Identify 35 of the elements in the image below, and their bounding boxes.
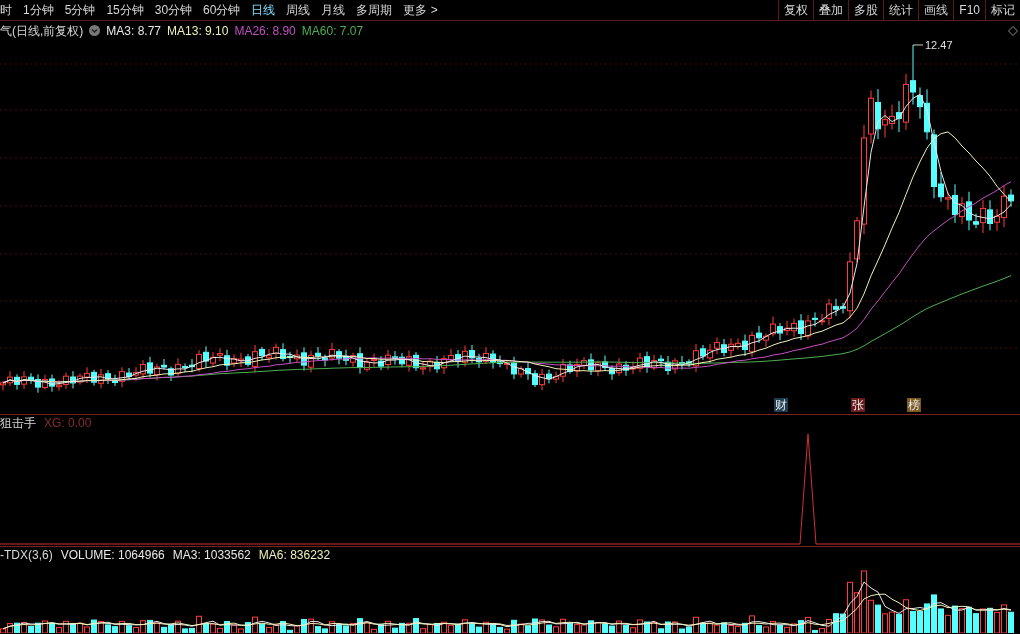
peak-price-label: 12.47 (925, 40, 953, 51)
event-marker[interactable]: 财 (774, 398, 788, 412)
toolbar-button[interactable]: 复权 (778, 0, 814, 20)
toolbar-button[interactable]: 多股 (848, 0, 884, 20)
timeframe-tab[interactable]: 15分钟 (106, 1, 144, 19)
timeframe-tab[interactable]: 多周期 (356, 1, 393, 19)
toolbar-button[interactable]: 标记 (985, 0, 1020, 20)
timeframe-tab[interactable]: 60分钟 (203, 1, 241, 19)
indicator-title: 狙击手 (0, 415, 36, 432)
toolbar-button[interactable]: 画线 (918, 0, 954, 20)
timeframe-tab[interactable]: 周线 (286, 1, 311, 19)
ma-value: MA3: 8.77 (106, 22, 162, 40)
timeframe-tab[interactable]: 时 (0, 1, 12, 19)
ma-value: MA26: 8.90 (234, 22, 296, 40)
chart-title: 气(日线,前复权) (0, 22, 84, 40)
timeframe-tab[interactable]: 30分钟 (154, 1, 193, 19)
volume-value: VOLUME: 1064966 (60, 547, 165, 564)
event-marker[interactable]: 张 (851, 398, 865, 412)
timeframe-tab[interactable]: 5分钟 (64, 1, 96, 19)
toolbar-button[interactable]: F10 (953, 0, 985, 20)
timeframe-tab[interactable]: 更多 > (403, 1, 438, 19)
volume-value: MA6: 836232 (258, 547, 331, 564)
volume-title: -TDX(3,6) (0, 547, 53, 564)
timeframe-tab[interactable]: 月线 (321, 1, 346, 19)
toolbar-button[interactable]: 统计 (883, 0, 919, 20)
timeframe-tab[interactable]: 日线 (251, 1, 276, 19)
volume-value: MA3: 1033562 (172, 547, 251, 564)
ma-value: MA60: 7.07 (301, 22, 364, 40)
leader-line (912, 44, 924, 46)
toolbar-button[interactable]: 叠加 (813, 0, 849, 20)
dropdown-icon[interactable] (89, 25, 101, 36)
indicator-value: XG: 0.00 (44, 415, 92, 432)
ma-value: MA13: 9.10 (167, 22, 229, 40)
event-marker[interactable]: 榜 (907, 398, 921, 412)
timeframe-tab[interactable]: 1分钟 (23, 1, 54, 19)
